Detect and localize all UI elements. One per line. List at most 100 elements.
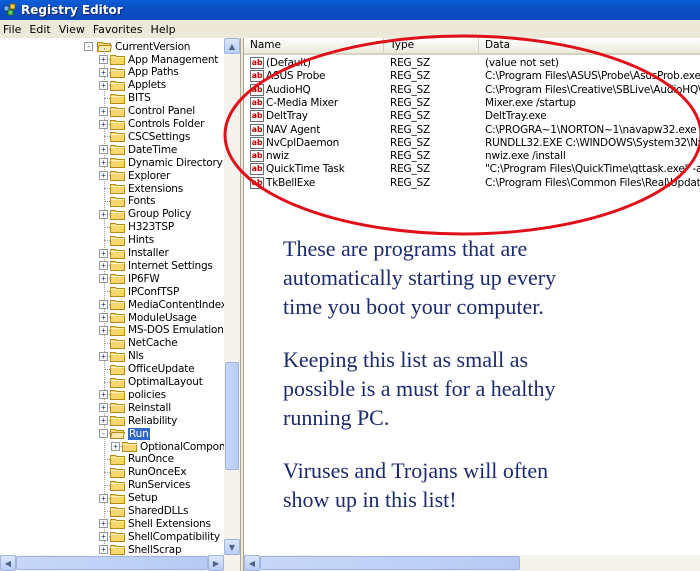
tree-item-applets[interactable]: Applets [110, 79, 166, 92]
tree-item-currentversion[interactable]: - CurrentVersion [84, 40, 190, 53]
expand-expander[interactable]: + [99, 325, 108, 335]
list-horizontal-scrollbar[interactable]: ◀ [244, 555, 700, 571]
expand-expander[interactable]: + [99, 519, 108, 529]
expand-expander[interactable]: + [99, 300, 108, 310]
title-bar[interactable]: Registry Editor [0, 0, 700, 20]
tree-item-reliability[interactable]: Reliability [110, 414, 177, 427]
tree-item-mediacontentindex[interactable]: MediaContentIndex [110, 298, 224, 311]
value-row[interactable]: ab (Default) REG_SZ (value not set) [244, 57, 700, 70]
tree-item-setup[interactable]: Setup [110, 492, 158, 505]
menu-help[interactable]: Help [147, 23, 180, 36]
expand-expander[interactable]: + [99, 67, 108, 77]
tree-item-app-paths[interactable]: App Paths [110, 66, 179, 79]
tree-item-h323tsp[interactable]: H323TSP [110, 221, 174, 234]
tree-item-shareddlls[interactable]: SharedDLLs [110, 505, 188, 518]
tree-item-cscsettings[interactable]: CSCSettings [110, 130, 190, 143]
expand-expander[interactable]: + [99, 313, 108, 322]
tree-horizontal-scrollbar[interactable]: ◀ ▶ [0, 555, 240, 571]
tree-item-ip6fw[interactable]: IP6FW [110, 272, 160, 285]
expand-expander[interactable]: + [99, 416, 108, 426]
value-row[interactable]: ab nwiz REG_SZ nwiz.exe /install [244, 150, 700, 163]
value-row[interactable]: ab C-Media Mixer REG_SZ Mixer.exe /startup [244, 96, 700, 110]
value-row[interactable]: ab TkBellExe REG_SZ C:\Program Files\Common… [244, 176, 700, 190]
expand-expander[interactable]: + [99, 274, 108, 284]
tree-item-nls[interactable]: Nls [110, 350, 144, 363]
scroll-right-button[interactable]: ▶ [208, 555, 224, 571]
annotation-line: running PC. [283, 405, 390, 430]
value-row[interactable]: ab ASUS Probe REG_SZ C:\Program Files\ASUS\… [244, 70, 700, 83]
tree-item-shellscrap[interactable]: ShellScrap [110, 543, 182, 555]
expand-expander[interactable]: + [99, 261, 108, 271]
expand-expander[interactable]: + [99, 390, 108, 400]
expand-expander[interactable]: + [99, 493, 108, 503]
menu-file[interactable]: File [0, 23, 25, 36]
tree-item-policies[interactable]: policies [110, 388, 166, 401]
scroll-thumb[interactable] [225, 362, 239, 470]
value-row[interactable]: ab AudioHQ REG_SZ C:\Program Files\Creative… [244, 83, 700, 97]
tree-item-internet-settings[interactable]: Internet Settings [110, 259, 213, 272]
scroll-down-button[interactable]: ▼ [224, 539, 240, 555]
list-h-scroll-thumb[interactable] [260, 556, 520, 570]
tree-item-optimallayout[interactable]: OptimalLayout [110, 376, 203, 389]
tree-item-reinstall[interactable]: Reinstall [110, 401, 171, 414]
tree-item-datetime[interactable]: DateTime [110, 143, 177, 156]
tree-item-dynamic-directory[interactable]: Dynamic Directory [110, 156, 223, 169]
folder-icon [110, 338, 125, 349]
h-scroll-thumb[interactable] [16, 556, 208, 570]
expand-expander[interactable]: + [99, 403, 108, 413]
expand-expander[interactable]: + [99, 351, 108, 361]
expand-expander[interactable]: + [99, 532, 108, 542]
tree-item-ms-dos-emulation[interactable]: MS-DOS Emulation [110, 324, 224, 337]
column-header-type[interactable]: Type [384, 38, 479, 53]
tree-item-control-panel[interactable]: Control Panel [110, 105, 195, 118]
tree-item-moduleusage[interactable]: ModuleUsage [110, 311, 197, 324]
tree-item-shell-extensions[interactable]: Shell Extensions [110, 517, 211, 530]
tree-item-officeupdate[interactable]: OfficeUpdate [110, 363, 195, 376]
tree-item-runonce[interactable]: RunOnce [110, 453, 174, 466]
tree-item-shellcompatibility[interactable]: ShellCompatibility [110, 530, 220, 543]
tree-item-optionalcomponents[interactable]: OptionalComponents [122, 440, 224, 453]
tree-item-runservices[interactable]: RunServices [110, 479, 190, 492]
expand-expander[interactable]: + [99, 55, 108, 64]
expand-expander[interactable]: + [99, 145, 108, 155]
expand-expander[interactable]: + [99, 248, 108, 258]
expand-expander[interactable]: + [99, 119, 108, 129]
value-row[interactable]: ab DeltTray REG_SZ DeltTray.exe [244, 110, 700, 123]
annotation-line: possible is a must for a healthy [283, 376, 556, 401]
scroll-up-button[interactable]: ▲ [224, 38, 240, 54]
expand-expander[interactable]: + [99, 80, 108, 90]
expand-expander[interactable]: + [99, 158, 108, 168]
tree-item-extensions[interactable]: Extensions [110, 182, 183, 195]
tree-item-app-management[interactable]: App Management [110, 53, 218, 66]
tree-item-fonts[interactable]: Fonts [110, 195, 156, 208]
menu-favorites[interactable]: Favorites [89, 23, 147, 36]
expand-expander[interactable]: + [111, 442, 120, 451]
tree-item-runonceex[interactable]: RunOnceEx [110, 466, 187, 479]
tree-item-ipconftsp[interactable]: IPConfTSP [110, 285, 179, 298]
tree-item-netcache[interactable]: NetCache [110, 337, 178, 350]
tree-item-run[interactable]: Run [110, 427, 150, 440]
scroll-left-button[interactable]: ◀ [0, 555, 16, 571]
collapse-expander[interactable]: - [84, 42, 93, 51]
menu-edit[interactable]: Edit [25, 23, 54, 36]
expand-expander[interactable]: + [99, 171, 108, 181]
list-scroll-left-button[interactable]: ◀ [244, 555, 260, 571]
expand-expander[interactable]: + [99, 106, 108, 116]
tree-item-group-policy[interactable]: Group Policy [110, 208, 191, 221]
folder-icon [110, 532, 125, 543]
expand-expander[interactable]: + [99, 545, 108, 555]
column-header-data[interactable]: Data [479, 38, 700, 53]
value-row[interactable]: ab NAV Agent REG_SZ C:\PROGRA~1\NORTON~1\na… [244, 123, 700, 137]
tree-item-controls-folder[interactable]: Controls Folder [110, 118, 204, 131]
expand-expander[interactable]: + [99, 209, 108, 219]
menu-view[interactable]: View [55, 23, 89, 36]
column-header-name[interactable]: Name [244, 38, 384, 53]
tree-vertical-scrollbar[interactable]: ▲ ▼ [224, 38, 240, 555]
tree-item-hints[interactable]: Hints [110, 234, 154, 247]
collapse-expander[interactable]: - [99, 429, 108, 439]
tree-item-bits[interactable]: BITS [110, 92, 151, 105]
value-row[interactable]: ab NvCplDaemon REG_SZ RUNDLL32.EXE C:\WINDO… [244, 136, 700, 150]
tree-item-explorer[interactable]: Explorer [110, 169, 170, 182]
tree-item-installer[interactable]: Installer [110, 247, 169, 260]
value-row[interactable]: ab QuickTime Task REG_SZ "C:\Program Files\… [244, 163, 700, 176]
